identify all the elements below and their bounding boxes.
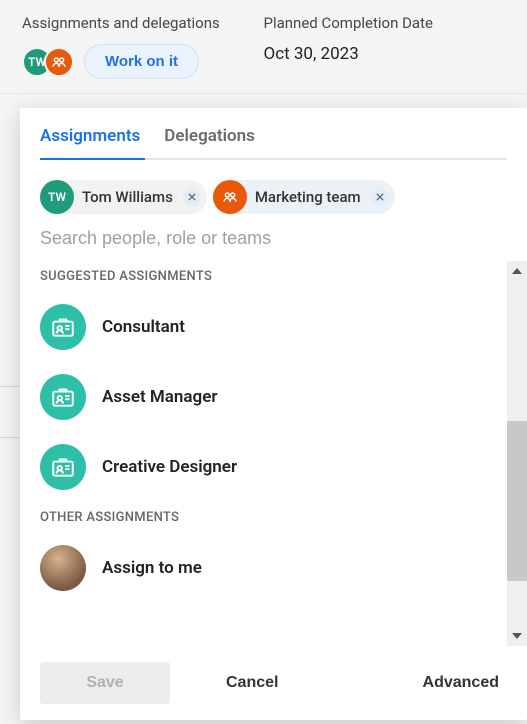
list-item[interactable]: Creative Designer	[40, 432, 507, 502]
chip-team-avatar	[213, 180, 247, 214]
badge-icon	[50, 454, 76, 480]
advanced-button[interactable]: Advanced	[395, 662, 507, 704]
list-item[interactable]: Asset Manager	[40, 362, 507, 432]
completion-date: Oct 30, 2023	[264, 44, 506, 64]
assignment-list[interactable]: SUGGESTED ASSIGNMENTS Consultant Asset M…	[20, 261, 527, 646]
completion-label: Planned Completion Date	[264, 14, 506, 32]
scrollbar-thumb[interactable]	[507, 421, 527, 581]
chip-user-label: Tom Williams	[74, 188, 181, 206]
chip-team-remove[interactable]	[371, 188, 389, 206]
close-icon	[376, 193, 384, 201]
chip-user-remove[interactable]	[183, 188, 201, 206]
search-input[interactable]	[40, 224, 507, 253]
cancel-button[interactable]: Cancel	[198, 662, 306, 704]
avatar-stack: TW	[22, 47, 74, 77]
tab-delegations[interactable]: Delegations	[164, 126, 255, 158]
assignments-field: Assignments and delegations TW Work on i…	[22, 14, 264, 79]
chip-team-label: Marketing team	[247, 188, 369, 206]
list-item[interactable]: Assign to me	[40, 533, 507, 603]
section-other: OTHER ASSIGNMENTS	[40, 502, 507, 533]
save-button[interactable]: Save	[40, 662, 170, 704]
tab-assignments[interactable]: Assignments	[40, 126, 140, 158]
list-wrap: SUGGESTED ASSIGNMENTS Consultant Asset M…	[20, 261, 527, 646]
header-divider	[0, 93, 527, 94]
close-icon	[188, 193, 196, 201]
tab-underline	[40, 158, 507, 160]
role-icon	[40, 304, 86, 350]
team-icon	[51, 54, 67, 70]
chip-team[interactable]: Marketing team	[213, 180, 395, 214]
list-item-label: Creative Designer	[102, 457, 237, 477]
list-item-label: Asset Manager	[102, 387, 217, 407]
chip-user-avatar: TW	[40, 180, 74, 214]
scroll-down-button[interactable]	[507, 626, 527, 646]
role-icon	[40, 374, 86, 420]
header-row: Assignments and delegations TW Work on i…	[0, 0, 527, 79]
chevron-up-icon	[512, 268, 522, 274]
chips-row: TW Tom Williams Marketing team	[20, 160, 527, 220]
role-icon	[40, 444, 86, 490]
badge-icon	[50, 314, 76, 340]
assignments-popover: Assignments Delegations TW Tom Williams …	[20, 108, 527, 720]
user-avatar	[40, 545, 86, 591]
chevron-down-icon	[512, 633, 522, 639]
completion-field: Planned Completion Date Oct 30, 2023	[264, 14, 506, 79]
assignments-label: Assignments and delegations	[22, 14, 264, 32]
tabs: Assignments Delegations	[20, 108, 527, 158]
assignees-row: TW Work on it	[22, 44, 264, 79]
popover-footer: Save Cancel Advanced	[20, 646, 527, 720]
list-item-label: Assign to me	[102, 558, 202, 578]
badge-icon	[50, 384, 76, 410]
assignee-avatar-team[interactable]	[44, 47, 74, 77]
chip-user[interactable]: TW Tom Williams	[40, 180, 207, 214]
section-suggested: SUGGESTED ASSIGNMENTS	[40, 261, 507, 292]
scrollbar[interactable]	[507, 261, 527, 646]
list-item-label: Consultant	[102, 317, 185, 337]
list-item[interactable]: Consultant	[40, 292, 507, 362]
team-icon	[222, 189, 238, 205]
work-on-it-button[interactable]: Work on it	[84, 44, 199, 79]
scroll-up-button[interactable]	[507, 261, 527, 281]
